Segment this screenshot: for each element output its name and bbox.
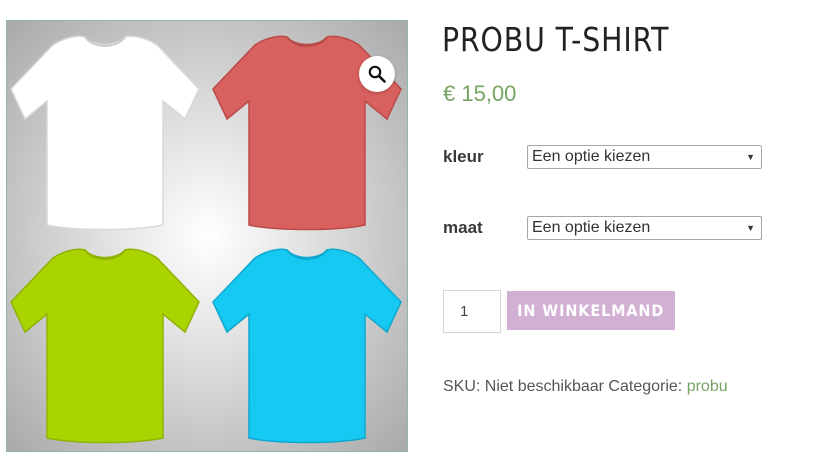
sku-label: SKU: bbox=[443, 378, 481, 395]
white-tshirt bbox=[10, 35, 200, 231]
category-link[interactable]: probu bbox=[687, 378, 728, 395]
product-title: PROBU T-SHIRT bbox=[442, 20, 670, 59]
variation-label-maat: maat bbox=[443, 218, 483, 237]
product-price: € 15,00 bbox=[443, 81, 517, 106]
category-label: Categorie: bbox=[608, 378, 683, 395]
add-to-cart-label: IN WINKELMAND bbox=[517, 301, 665, 320]
product-meta: SKU: Niet beschikbaar Categorie: probu bbox=[443, 378, 728, 396]
maat-select[interactable]: Een optie kiezen ▼ bbox=[527, 216, 762, 240]
product-gallery[interactable] bbox=[6, 20, 408, 452]
green-tshirt bbox=[10, 248, 200, 444]
triangle-down-icon: ▼ bbox=[746, 223, 755, 233]
triangle-down-icon: ▼ bbox=[746, 152, 755, 162]
quantity-input[interactable]: 1 bbox=[443, 290, 501, 333]
zoom-button[interactable] bbox=[359, 56, 395, 92]
maat-select-value: Een optie kiezen bbox=[532, 219, 651, 236]
sku-value: Niet beschikbaar bbox=[484, 378, 604, 395]
add-to-cart-button[interactable]: IN WINKELMAND bbox=[507, 291, 675, 330]
kleur-select[interactable]: Een optie kiezen ▼ bbox=[527, 145, 762, 169]
variation-label-kleur: kleur bbox=[443, 147, 484, 166]
magnifier-icon bbox=[368, 65, 386, 83]
product-image bbox=[10, 35, 402, 444]
kleur-select-value: Een optie kiezen bbox=[532, 148, 651, 165]
blue-tshirt bbox=[212, 248, 402, 444]
